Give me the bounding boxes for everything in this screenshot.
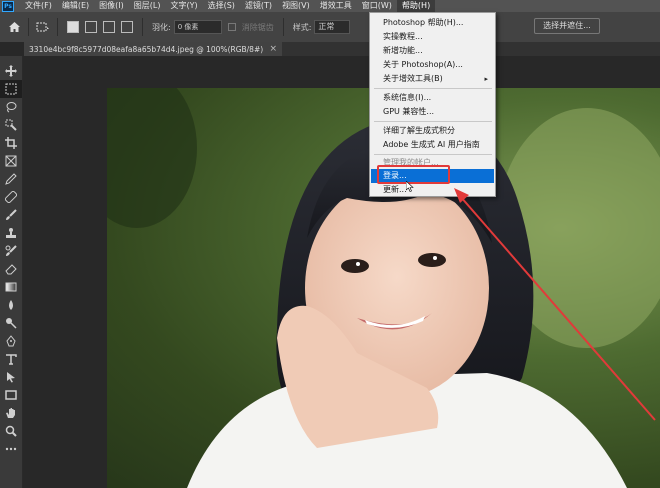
arrow-line [459,195,656,421]
arrow-head-icon [454,188,469,203]
annotation-arrow [454,188,656,421]
